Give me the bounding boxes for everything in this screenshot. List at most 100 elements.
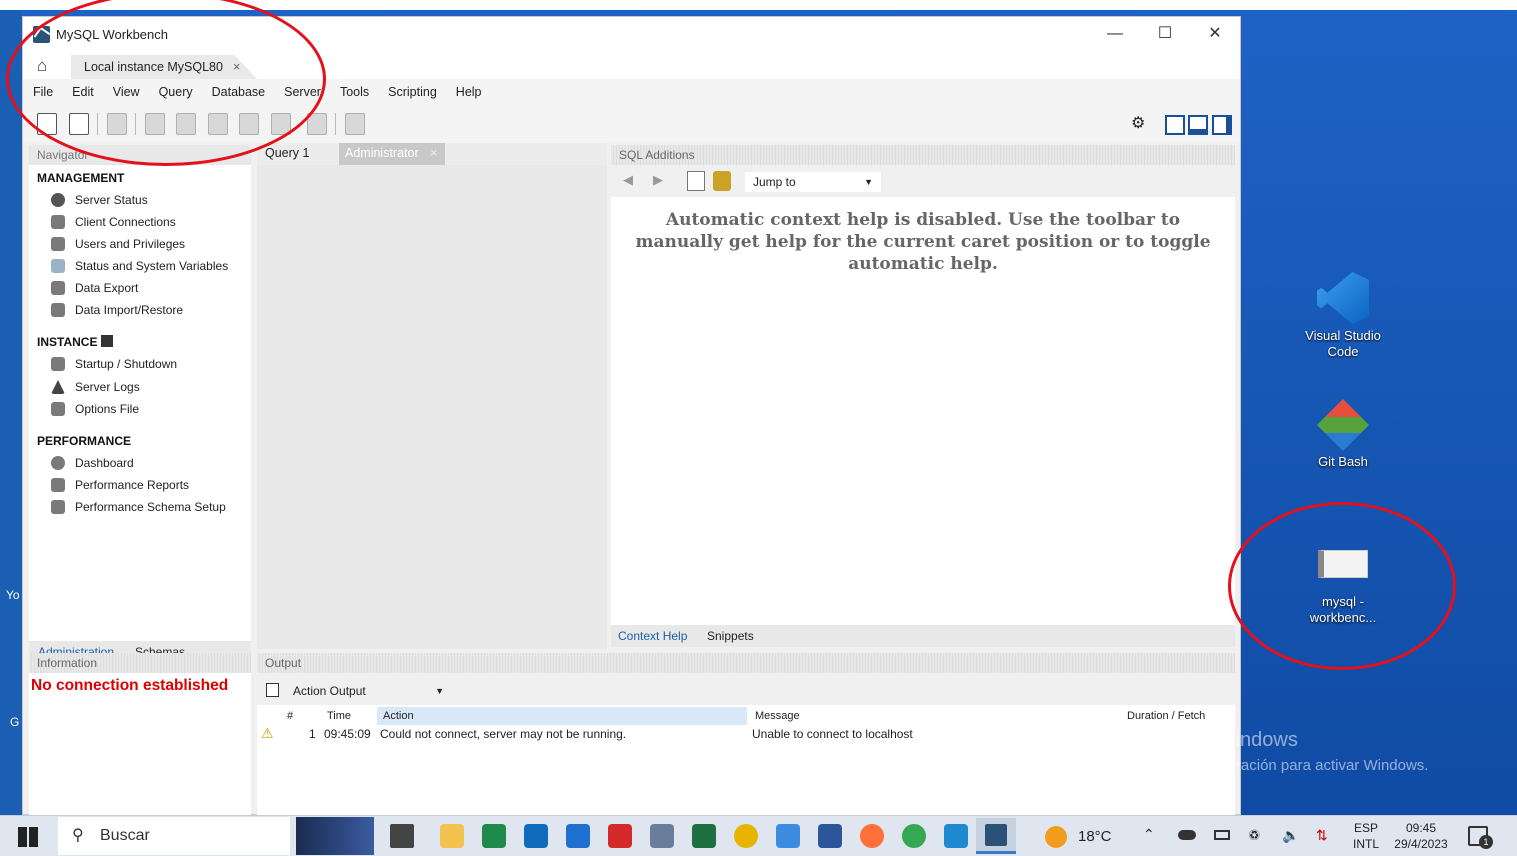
connection-status: No connection established — [31, 677, 229, 694]
taskbar: ⚲ Buscar 18°C ⌃ ♽ 🔈 ⇅ ESP INTL 09:45 29/… — [0, 815, 1517, 856]
tab-query-1[interactable]: Query 1 — [257, 143, 337, 165]
maximize-button[interactable]: ☐ — [1150, 23, 1180, 45]
vscode-taskbar-icon[interactable] — [944, 824, 968, 848]
workbench-taskbar-icon[interactable] — [976, 818, 1016, 854]
editor-area[interactable] — [257, 165, 607, 649]
sql-additions-header: SQL Additions — [611, 145, 1235, 165]
keyboard-layout-icon[interactable]: ⇅ — [1316, 827, 1328, 844]
desktop-left-strip — [0, 10, 22, 815]
nav-data-export[interactable]: Data Export — [51, 281, 138, 295]
menu-scripting[interactable]: Scripting — [388, 85, 437, 99]
performance-section-title: PERFORMANCE — [37, 434, 132, 448]
column-number[interactable]: # — [287, 707, 293, 725]
installer-icon[interactable] — [776, 824, 800, 848]
mysql-workbench-icon — [985, 824, 1007, 846]
nav-performance-schema-setup[interactable]: Performance Schema Setup — [51, 500, 226, 514]
output-table: # Time Action Message Duration / Fetch ⚠… — [257, 705, 1235, 816]
vscode-icon — [1317, 272, 1369, 324]
close-button[interactable]: ✕ — [1200, 23, 1230, 45]
warning-icon: ⚠ — [261, 725, 274, 741]
nav-dashboard[interactable]: Dashboard — [51, 456, 134, 470]
menu-help[interactable]: Help — [456, 85, 482, 99]
manual-help-icon[interactable] — [687, 171, 705, 191]
export-icon — [51, 281, 65, 295]
nav-status-variables[interactable]: Status and System Variables — [51, 259, 228, 273]
row-number: 1 — [309, 727, 316, 741]
sql-additions-toolbar: ◀ ▶ Jump to ▼ — [611, 167, 1235, 197]
column-duration[interactable]: Duration / Fetch — [1127, 707, 1205, 725]
firefox-icon[interactable] — [860, 824, 884, 848]
nav-performance-reports[interactable]: Performance Reports — [51, 478, 189, 492]
chrome-icon[interactable] — [734, 824, 758, 848]
nav-startup-shutdown[interactable]: Startup / Shutdown — [51, 357, 177, 371]
desktop-edge-text: G — [10, 715, 20, 729]
windows-start-icon[interactable] — [18, 827, 38, 847]
clock[interactable]: 09:45 29/4/2023 — [1388, 820, 1454, 852]
battery-icon[interactable] — [1214, 830, 1230, 840]
task-view-icon[interactable] — [390, 824, 414, 848]
nav-users-privileges[interactable]: Users and Privileges — [51, 237, 185, 251]
dropdown-arrow-icon: ▼ — [864, 177, 873, 187]
nav-options-file[interactable]: Options File — [51, 402, 139, 416]
camera-icon[interactable] — [608, 824, 632, 848]
desktop-edge-text: Yo — [6, 588, 20, 602]
paint-icon[interactable] — [650, 824, 674, 848]
taskbar-search[interactable]: ⚲ Buscar — [58, 817, 290, 855]
notification-badge: 1 — [1479, 835, 1493, 849]
weather-sun-icon[interactable] — [1045, 826, 1067, 848]
toggle-output-icon[interactable] — [1188, 115, 1208, 135]
weather-temperature[interactable]: 18°C — [1078, 828, 1112, 845]
copy-icon[interactable] — [266, 683, 279, 697]
column-message[interactable]: Message — [755, 707, 800, 725]
nav-server-logs[interactable]: Server Logs — [51, 380, 140, 394]
file-explorer-icon[interactable] — [440, 824, 464, 848]
dropdown-arrow-icon: ▼ — [435, 686, 444, 696]
wrench-icon — [51, 402, 65, 416]
search-icon: ⚲ — [72, 827, 84, 844]
language-indicator[interactable]: ESP INTL — [1348, 820, 1384, 852]
nav-data-import[interactable]: Data Import/Restore — [51, 303, 183, 317]
forward-arrow-icon[interactable]: ▶ — [653, 172, 663, 188]
activation-watermark-subtitle: Ve a Configuración para activar Windows. — [1150, 757, 1429, 774]
annotation-circle — [6, 0, 326, 166]
column-action[interactable]: Action — [377, 707, 747, 725]
settings-gear-icon[interactable]: ⚙ — [1131, 113, 1145, 133]
column-time[interactable]: Time — [327, 707, 351, 725]
word-icon[interactable] — [818, 824, 842, 848]
onedrive-icon[interactable] — [1178, 830, 1196, 840]
chevron-up-icon[interactable]: ⌃ — [1143, 826, 1155, 843]
project-icon[interactable] — [482, 824, 506, 848]
monitor-icon — [51, 259, 65, 273]
auto-help-icon[interactable] — [713, 171, 731, 191]
output-type-select[interactable]: Action Output ▼ — [287, 681, 452, 701]
desktop-icon-git-bash[interactable]: Git Bash — [1296, 398, 1390, 470]
close-tab-icon[interactable]: × — [430, 146, 437, 160]
excel-icon[interactable] — [692, 824, 716, 848]
reconnect-icon[interactable] — [345, 113, 365, 135]
toggle-secondary-sidebar-icon[interactable] — [1212, 115, 1232, 135]
information-header: Information — [29, 653, 251, 673]
notifications-icon[interactable]: 1 — [1468, 826, 1493, 849]
volume-icon[interactable]: 🔈 — [1282, 827, 1299, 844]
tab-snippets[interactable]: Snippets — [707, 629, 754, 643]
wifi-icon[interactable]: ♽ — [1248, 827, 1261, 844]
store-icon[interactable] — [524, 824, 548, 848]
tab-context-help[interactable]: Context Help — [618, 629, 687, 643]
schema-setup-icon — [51, 500, 65, 514]
user-icon — [51, 237, 65, 251]
nav-server-status[interactable]: Server Status — [51, 193, 148, 207]
minimize-button[interactable]: — — [1100, 23, 1130, 45]
information-panel: No connection established — [29, 673, 251, 816]
dashboard-icon — [51, 456, 65, 470]
tab-administrator[interactable]: Administrator × — [339, 143, 445, 165]
desktop-icon-vscode[interactable]: Visual Studio Code — [1296, 272, 1390, 360]
back-arrow-icon[interactable]: ◀ — [623, 172, 633, 188]
row-time: 09:45:09 — [324, 727, 371, 741]
toggle-sidebar-icon[interactable] — [1165, 115, 1185, 135]
chrome-profile-icon[interactable] — [902, 824, 926, 848]
client-connections-icon — [51, 215, 65, 229]
mail-icon[interactable] — [566, 824, 590, 848]
menu-tools[interactable]: Tools — [340, 85, 369, 99]
nav-client-connections[interactable]: Client Connections — [51, 215, 176, 229]
jump-to-select[interactable]: Jump to ▼ — [745, 172, 881, 192]
